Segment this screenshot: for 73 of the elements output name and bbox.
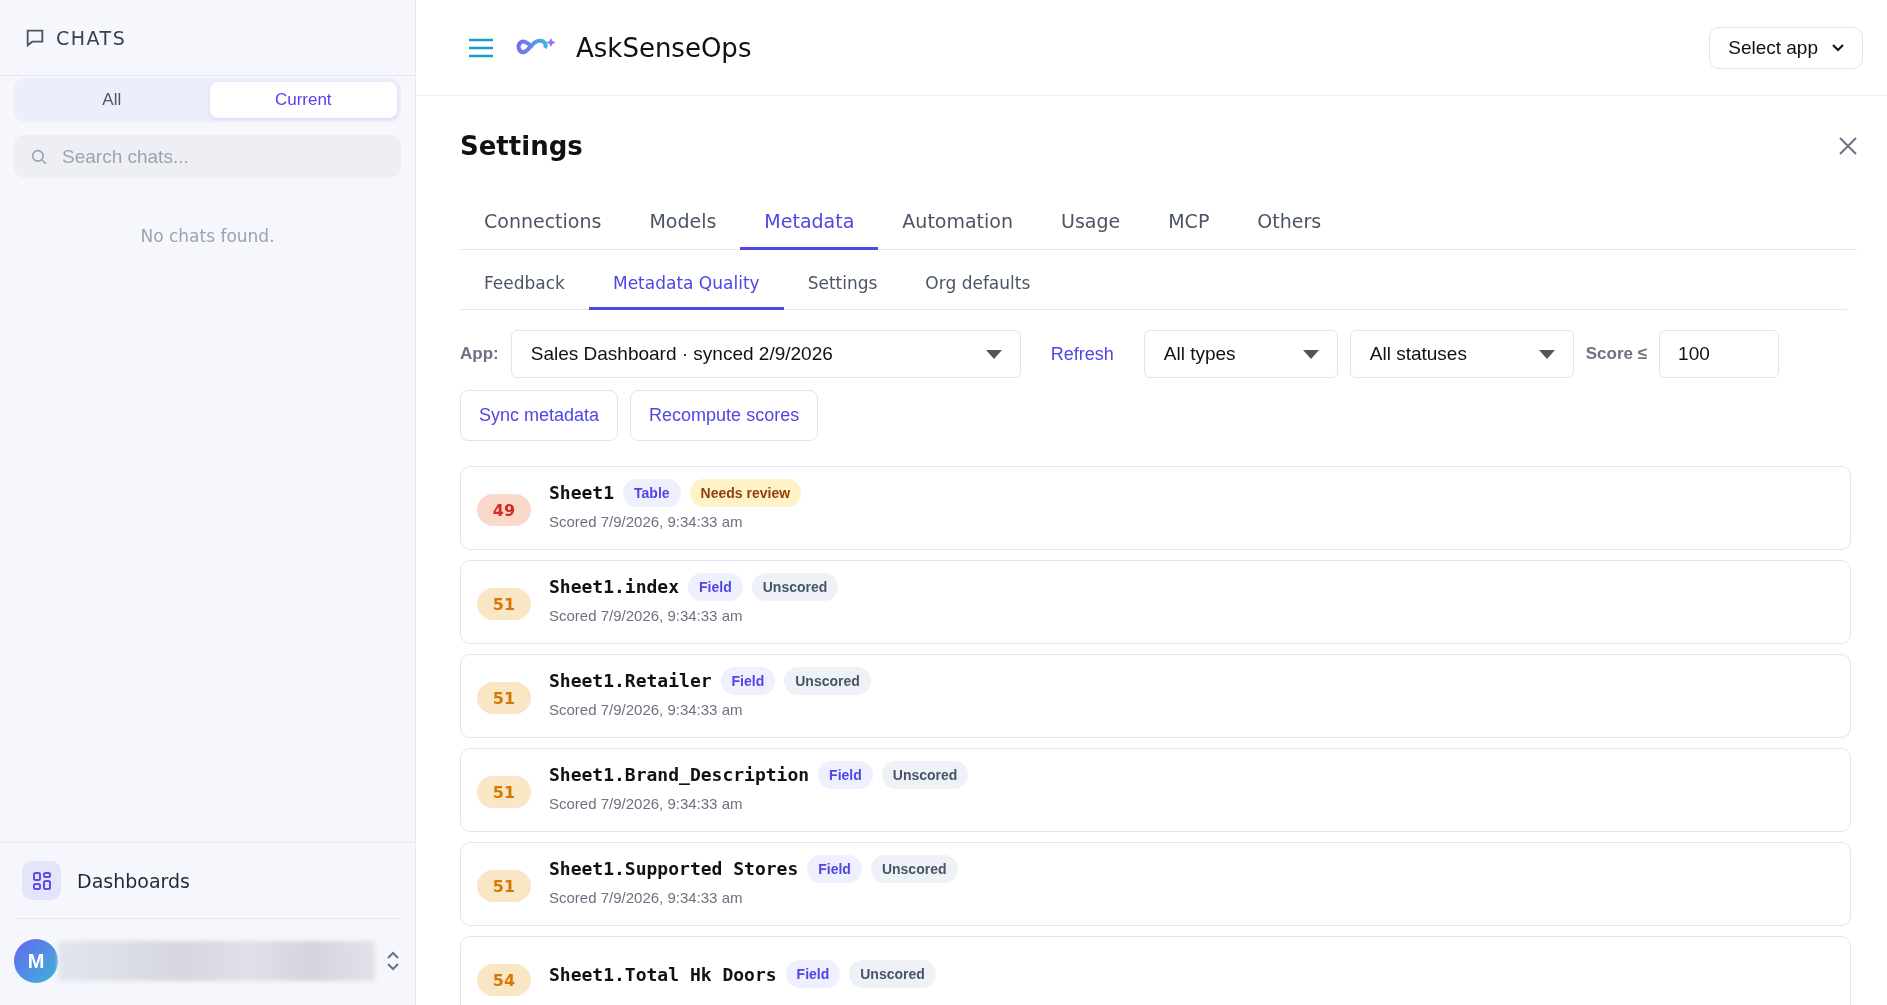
subtab[interactable]: Metadata Quality — [588, 259, 784, 310]
close-icon[interactable] — [1839, 137, 1857, 155]
metadata-item-card[interactable]: 51 Sheet1.Brand_Description Field Unscored Scored 7/9/2026, 9:34:33 am — [460, 748, 1851, 832]
grid-icon — [22, 861, 61, 900]
item-name: Sheet1.Retailer — [549, 670, 712, 691]
score-badge: 54 — [477, 964, 531, 996]
settings-tab[interactable]: Metadata — [740, 196, 879, 250]
status-tag: Unscored — [751, 572, 839, 601]
caret-icon — [985, 349, 1002, 359]
status-tag: Needs review — [689, 478, 802, 507]
type-dropdown[interactable]: All types — [1143, 330, 1338, 378]
settings-tab[interactable]: Connections — [460, 196, 626, 250]
chevron-up-down-icon[interactable] — [385, 950, 401, 972]
metadata-item-card[interactable]: 54 Sheet1.Total Hk Doors Field Unscored — [460, 936, 1851, 1005]
metadata-item-card[interactable]: 51 Sheet1.Supported Stores Field Unscored Scored 7/9/2026, 9:34:33 am — [460, 842, 1851, 926]
refresh-link[interactable]: Refresh — [1032, 343, 1132, 365]
score-badge: 51 — [477, 588, 531, 620]
scored-date: Scored 7/9/2026, 9:34:33 am — [549, 888, 744, 906]
score-badge: 51 — [477, 776, 531, 808]
select-app-dropdown[interactable]: Select app — [1709, 26, 1863, 69]
subtab[interactable]: Settings — [783, 259, 902, 310]
settings-title: Settings — [460, 131, 583, 161]
search-field[interactable]: Search chats... — [14, 135, 401, 178]
type-tag: Field — [807, 854, 862, 883]
type-tag: Field — [818, 760, 873, 789]
item-name: Sheet1.Supported Stores — [549, 858, 799, 879]
metadata-item-card[interactable]: 51 Sheet1.Retailer Field Unscored Scored 7/9/2026, 9:34:33 am — [460, 654, 1851, 738]
status-tag: Unscored — [784, 666, 871, 695]
empty-message: No chats found. — [140, 226, 275, 246]
metadata-item-card[interactable]: 51 Sheet1.index Field Unscored Scored 7/9/2026, 9:34:33 am — [460, 560, 1851, 644]
chevron-down-icon — [1832, 43, 1844, 52]
item-name: Sheet1.index — [549, 576, 680, 597]
settings-tab[interactable]: MCP — [1144, 196, 1234, 250]
score-badge: 51 — [477, 870, 531, 902]
item-name: Sheet1 — [549, 482, 615, 503]
scored-date: Scored 7/9/2026, 9:34:33 am — [549, 794, 744, 812]
status-dropdown[interactable]: All statuses — [1349, 330, 1574, 378]
item-name: Sheet1.Total Hk Doors — [549, 963, 777, 985]
subtab[interactable]: Org defaults — [901, 259, 1055, 310]
metadata-item-card[interactable]: 49 Sheet1 Table Needs review Scored 7/9/2026, 9:34:33 am — [460, 466, 1851, 550]
caret-icon — [1538, 349, 1555, 359]
chats-heading: CHATS — [56, 26, 127, 49]
score-badge: 51 — [477, 682, 531, 714]
subtab[interactable]: Feedback — [460, 259, 589, 310]
action-button[interactable]: Sync metadata — [460, 390, 619, 441]
menu-icon[interactable] — [468, 37, 494, 58]
app-dropdown[interactable]: Sales Dashboard · synced 2/9/2026 — [510, 330, 1021, 378]
search-icon — [30, 148, 48, 166]
settings-tab[interactable]: Others — [1233, 196, 1346, 250]
nav-item[interactable]: Dashboards — [22, 861, 393, 900]
filter-tab[interactable]: Current — [209, 82, 397, 118]
score-field[interactable]: 100 — [1659, 330, 1780, 378]
status-tag: Unscored — [870, 854, 958, 883]
type-tag: Field — [688, 572, 743, 601]
scored-date: Scored 7/9/2026, 9:34:33 am — [549, 700, 744, 718]
item-name: Sheet1.Brand_Description — [549, 764, 810, 785]
caret-icon — [1302, 349, 1319, 359]
status-tag: Unscored — [881, 760, 969, 789]
settings-tab[interactable]: Usage — [1037, 196, 1145, 250]
app-label: App: — [460, 344, 499, 364]
status-tag: Unscored — [849, 960, 936, 988]
type-tag: Table — [623, 478, 681, 507]
settings-tab[interactable]: Automation — [878, 196, 1037, 250]
scored-date: Scored 7/9/2026, 9:34:33 am — [549, 606, 744, 624]
settings-tab[interactable]: Models — [625, 196, 741, 250]
score-badge: 49 — [477, 494, 531, 526]
action-button[interactable]: Recompute scores — [630, 390, 819, 441]
filter-tab[interactable]: All — [18, 82, 206, 118]
type-tag: Field — [720, 666, 776, 695]
scored-date: Scored 7/9/2026, 9:34:33 am — [549, 512, 744, 530]
score-label: Score ≤ — [1585, 344, 1648, 364]
type-tag: Field — [785, 960, 841, 988]
app-name: AskSenseOps — [576, 32, 752, 63]
